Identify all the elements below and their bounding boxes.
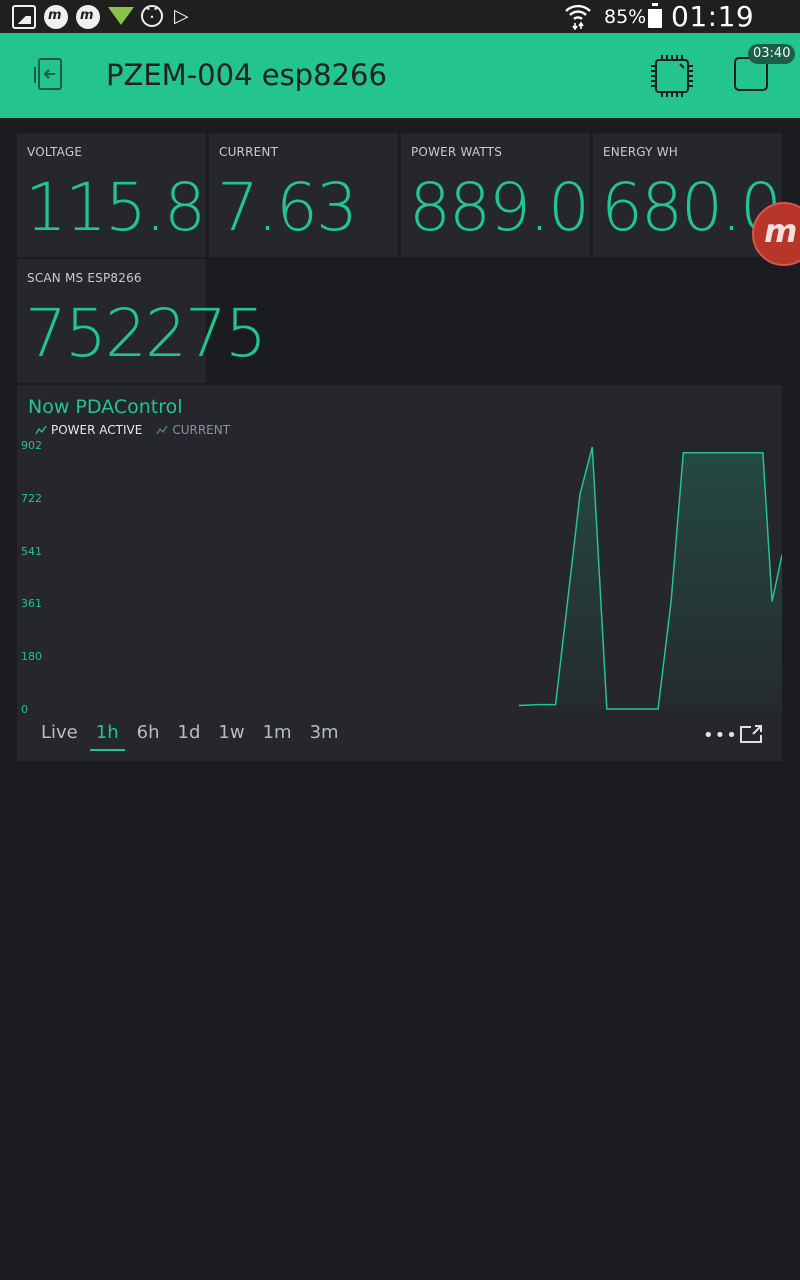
- tile-label: ENERGY WH: [603, 145, 679, 159]
- tile-power-watts[interactable]: POWER WATTS 889.0: [401, 133, 590, 257]
- tile-label: POWER WATTS: [411, 145, 503, 159]
- y-tick-label: 0: [21, 703, 28, 716]
- y-tick-label: 902: [21, 439, 42, 452]
- tile-label: VOLTAGE: [27, 145, 83, 159]
- tile-label: SCAN MS ESP8266: [27, 271, 142, 285]
- line-chart-icon: [35, 425, 47, 435]
- status-bar: m m ▷ 85% 01:19 PM: [0, 0, 800, 66]
- device-chip-icon[interactable]: [650, 54, 694, 98]
- tile-value: 752275: [25, 295, 267, 372]
- m-app-icon: m: [44, 5, 68, 29]
- y-tick-label: 361: [21, 597, 42, 610]
- y-tick-label: 722: [21, 492, 42, 505]
- tile-value: 889.0: [409, 169, 590, 246]
- chart-panel: Now PDAControl POWER ACTIVE CURRENT 902 …: [17, 385, 782, 761]
- more-options-icon[interactable]: •••: [703, 725, 738, 746]
- timer-badge: 03:40: [748, 44, 796, 64]
- legend-item-power-active[interactable]: POWER ACTIVE: [35, 423, 142, 437]
- dots-circle-icon: [141, 5, 163, 27]
- battery-icon: [648, 3, 662, 28]
- tile-scan-ms[interactable]: SCAN MS ESP8266 752275: [17, 259, 267, 383]
- tile-value: 115.8: [25, 169, 206, 246]
- range-1d[interactable]: 1d: [172, 721, 207, 751]
- chart-plot[interactable]: [17, 385, 782, 761]
- legend-item-current[interactable]: CURRENT: [156, 423, 230, 437]
- wifi-icon: [565, 4, 591, 30]
- time-range-selector: Live 1h 6h 1d 1w 1m 3m: [35, 721, 351, 751]
- tile-voltage[interactable]: VOLTAGE 115.8: [17, 133, 206, 257]
- line-chart-icon: [156, 425, 168, 435]
- range-3m[interactable]: 3m: [304, 721, 345, 751]
- battery-percent: 85%: [604, 6, 647, 28]
- y-tick-label: 541: [21, 545, 42, 558]
- chart-title: Now PDAControl: [28, 396, 183, 418]
- range-6h[interactable]: 6h: [131, 721, 166, 751]
- legend-label: POWER ACTIVE: [51, 423, 143, 437]
- download-triangle-icon: [108, 7, 134, 25]
- range-1m[interactable]: 1m: [257, 721, 298, 751]
- m-app-icon-2: m: [76, 5, 100, 29]
- legend-label: CURRENT: [172, 423, 231, 437]
- tile-label: CURRENT: [219, 145, 279, 159]
- y-tick-label: 180: [21, 650, 42, 663]
- play-store-icon: ▷: [174, 5, 189, 27]
- range-1h[interactable]: 1h: [89, 721, 125, 751]
- tile-current[interactable]: CURRENT 7.63: [209, 133, 398, 257]
- tile-value: 7.63: [217, 169, 358, 246]
- app-header: PZEM-004 esp8266 03:40: [0, 33, 800, 118]
- gallery-icon: [12, 5, 36, 29]
- range-1w[interactable]: 1w: [212, 721, 250, 751]
- page-title: PZEM-004 esp8266: [106, 58, 387, 92]
- range-live[interactable]: Live: [35, 721, 84, 751]
- chart-legend: POWER ACTIVE CURRENT: [35, 423, 230, 437]
- exit-project-icon[interactable]: [32, 57, 66, 91]
- series-area: [518, 447, 782, 709]
- expand-chart-icon[interactable]: [739, 724, 763, 744]
